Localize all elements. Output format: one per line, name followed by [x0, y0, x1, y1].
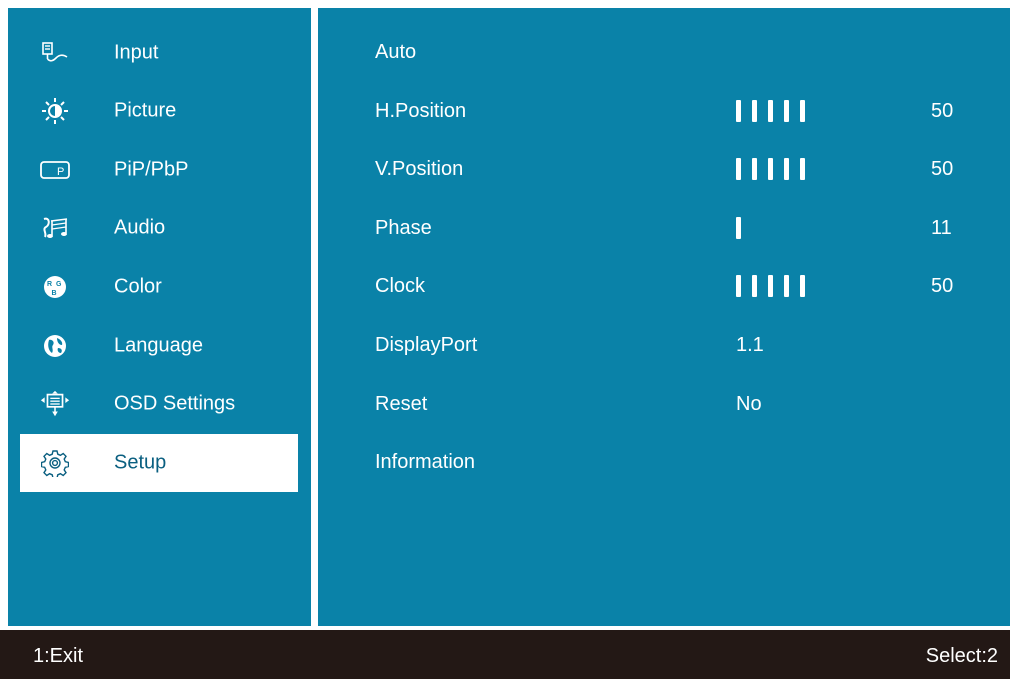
sidebar-item-label: PiP/PbP — [114, 158, 189, 181]
sidebar-item-input[interactable]: Input — [20, 24, 298, 82]
setting-label: Auto — [375, 41, 417, 63]
level-segment — [736, 158, 741, 180]
level-segment — [800, 158, 805, 180]
setting-label: Information — [375, 451, 476, 473]
svg-text:P: P — [57, 166, 64, 178]
setting-label: V.Position — [375, 158, 464, 180]
sidebar-item-setup[interactable]: Setup — [20, 434, 298, 492]
level-bar[interactable] — [736, 217, 741, 239]
level-segment — [784, 275, 789, 297]
gear-icon — [39, 450, 71, 477]
setting-row-auto[interactable]: Auto — [318, 33, 1010, 73]
sidebar-item-audio[interactable]: Audio — [20, 199, 298, 257]
level-bar[interactable] — [736, 100, 805, 122]
sidebar-item-label: Audio — [114, 216, 166, 239]
setting-label: Phase — [375, 217, 432, 239]
sidebar-item-label: Setup — [114, 451, 167, 474]
setting-row-reset[interactable]: Reset No — [318, 385, 1010, 425]
setting-label: Clock — [375, 275, 426, 297]
sidebar-item-label: Color — [114, 275, 162, 298]
setting-value: 50 — [931, 158, 954, 180]
sidebar-item-label: Picture — [114, 99, 177, 122]
level-segment — [752, 158, 757, 180]
setting-row-displayport[interactable]: DisplayPort 1.1 — [318, 326, 1010, 366]
level-segment — [736, 275, 741, 297]
level-segment — [768, 100, 773, 122]
setting-row-v-position[interactable]: V.Position 50 — [318, 150, 1010, 190]
level-segment — [800, 100, 805, 122]
setting-row-information[interactable]: Information — [318, 443, 1010, 483]
osd-window: Input Picture P PiP/PbP Audio R G B Colo… — [0, 0, 1010, 679]
setting-value: 11 — [931, 217, 952, 239]
sidebar: Input Picture P PiP/PbP Audio R G B Colo… — [8, 8, 311, 626]
select-hint[interactable]: Select:2 — [926, 645, 998, 668]
level-segment — [784, 158, 789, 180]
setting-value: 50 — [931, 100, 954, 122]
rgb-icon: R G B — [39, 274, 71, 300]
sidebar-item-language[interactable]: Language — [20, 317, 298, 375]
globe-icon — [39, 333, 71, 359]
brightness-icon — [39, 98, 71, 124]
level-segment — [736, 217, 741, 239]
setting-label: H.Position — [375, 100, 467, 122]
setting-row-phase[interactable]: Phase 11 — [318, 209, 1010, 249]
sidebar-item-picture[interactable]: Picture — [20, 82, 298, 140]
level-segment — [768, 275, 773, 297]
sidebar-item-label: OSD Settings — [114, 392, 236, 415]
level-bar[interactable] — [736, 275, 805, 297]
setting-row-clock[interactable]: Clock 50 — [318, 267, 1010, 307]
level-segment — [800, 275, 805, 297]
setting-value: No — [736, 393, 762, 415]
sidebar-item-pip[interactable]: P PiP/PbP — [20, 141, 298, 199]
level-segment — [784, 100, 789, 122]
audio-icon — [39, 215, 71, 241]
sidebar-item-osd-settings[interactable]: OSD Settings — [20, 375, 298, 433]
svg-text:R: R — [47, 281, 52, 288]
level-segment — [736, 100, 741, 122]
setting-label: Reset — [375, 393, 428, 415]
sidebar-item-label: Language — [114, 334, 203, 357]
setting-value: 50 — [931, 275, 954, 297]
svg-text:G: G — [56, 281, 62, 288]
setting-label: DisplayPort — [375, 334, 478, 356]
setting-row-h-position[interactable]: H.Position 50 — [318, 92, 1010, 132]
settings-panel: Auto H.Position 50 V.Position 50 Phase 1… — [318, 8, 1010, 626]
level-bar[interactable] — [736, 158, 805, 180]
exit-hint[interactable]: 1:Exit — [33, 645, 83, 668]
level-segment — [768, 158, 773, 180]
level-segment — [752, 275, 757, 297]
osd-icon — [39, 390, 71, 417]
footer-bar: 1:Exit Select:2 — [0, 630, 1010, 679]
setting-value: 1.1 — [736, 334, 764, 356]
level-segment — [752, 100, 757, 122]
sidebar-item-color[interactable]: R G B Color — [20, 258, 298, 316]
svg-text:B: B — [52, 290, 57, 297]
input-icon — [39, 40, 71, 66]
pip-icon: P — [39, 157, 71, 183]
sidebar-item-label: Input — [114, 41, 159, 64]
